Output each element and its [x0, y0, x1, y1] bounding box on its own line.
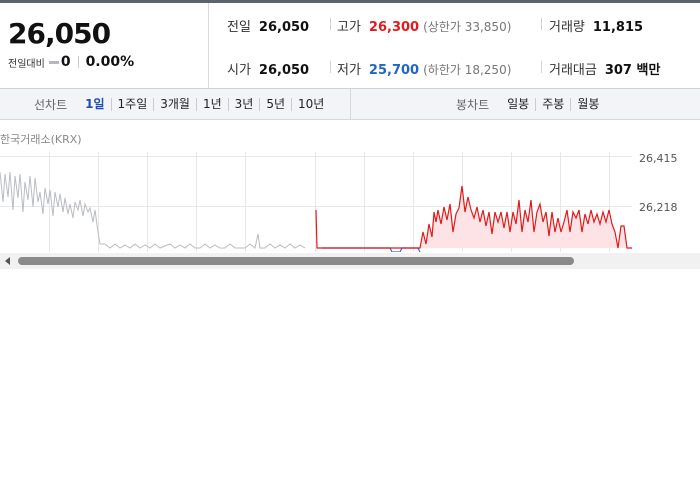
divider: [541, 61, 542, 73]
volume-stat: 거래량 11,815: [549, 16, 643, 35]
change-label: 전일대비: [8, 58, 45, 70]
y-tick-label: 26,218: [639, 201, 678, 214]
prev-close-value: 26,050: [258, 20, 310, 35]
high-label: 고가: [337, 20, 361, 35]
tab-3year[interactable]: 3년: [227, 98, 260, 111]
tab-5year[interactable]: 5년: [259, 98, 291, 111]
tab-divider: [350, 89, 351, 119]
tab-weekly[interactable]: 주봉: [535, 98, 570, 111]
divider: [330, 18, 331, 30]
current-price: 26,050: [8, 17, 111, 50]
chart-tabs: 선차트 1일 1주일 3개월 1년 3년 5년 10년 봉차트 일봉 주봉 월봉: [0, 89, 700, 120]
period-tab-group: 선차트 1일 1주일 3개월 1년 3년 5년 10년: [34, 96, 330, 113]
high-stat: 고가 26,300 (상한가 33,850): [337, 16, 511, 35]
change-rate: 0.00%: [85, 54, 135, 70]
low-label: 저가: [337, 63, 361, 78]
period-title: 선차트: [34, 98, 68, 112]
chart-svg: [0, 152, 632, 253]
price-chart: 26,415 26,218: [0, 152, 700, 253]
open-label: 시가: [227, 63, 251, 78]
divider: [330, 61, 331, 73]
open-stat: 시가 26,050: [227, 59, 309, 78]
upper-limit: (상한가 33,850): [423, 20, 512, 34]
arrow-left-icon[interactable]: [5, 257, 10, 265]
candle-title: 봉차트: [456, 98, 490, 112]
change-value: 0: [60, 54, 71, 70]
amount-stat: 거래대금 307 백만: [549, 59, 660, 78]
tab-daily[interactable]: 일봉: [501, 98, 535, 111]
divider: [77, 56, 79, 68]
quote-panel: 26,050 전일대비 0 0.00% 전일 26,050 시가 26,050 고가…: [0, 3, 700, 89]
tab-1year[interactable]: 1년: [195, 98, 228, 111]
data-source: 한국거래소(KRX): [0, 133, 82, 146]
amount-value: 307 백만: [604, 63, 661, 78]
volume-value: 11,815: [592, 20, 644, 35]
tab-monthly[interactable]: 월봉: [570, 98, 605, 111]
change-row: 전일대비 0 0.00%: [8, 54, 134, 70]
open-value: 26,050: [258, 63, 310, 78]
prev-close-stat: 전일 26,050: [227, 16, 309, 35]
tab-3month[interactable]: 3개월: [153, 98, 196, 111]
volume-label: 거래량: [549, 20, 585, 35]
chart-scrollbar[interactable]: [0, 253, 700, 269]
price-box: 26,050 전일대비 0 0.00%: [0, 3, 209, 88]
y-tick-label: 26,415: [639, 152, 678, 165]
scroll-thumb[interactable]: [18, 257, 574, 265]
low-value: 25,700: [368, 63, 420, 78]
high-value: 26,300: [368, 20, 420, 35]
tab-10year[interactable]: 10년: [291, 98, 330, 111]
lower-limit: (하한가 18,250): [423, 63, 512, 77]
prev-close-label: 전일: [227, 20, 251, 35]
divider: [541, 18, 542, 30]
flat-dash-icon: [48, 60, 59, 64]
low-stat: 저가 25,700 (하한가 18,250): [337, 59, 511, 78]
amount-label: 거래대금: [549, 63, 597, 78]
candle-tab-group: 봉차트 일봉 주봉 월봉: [456, 96, 605, 113]
tab-1week[interactable]: 1주일: [110, 98, 154, 111]
tab-1day[interactable]: 1일: [79, 98, 110, 111]
